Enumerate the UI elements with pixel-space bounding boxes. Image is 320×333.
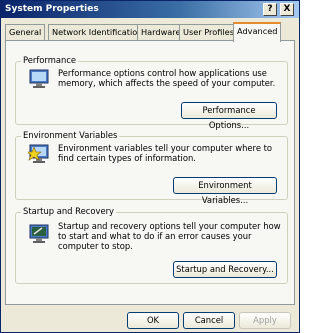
advanced-tab-panel: Performance Performance options control … [5, 40, 295, 305]
monitor-star-icon [28, 144, 49, 163]
close-button[interactable]: X [280, 3, 294, 16]
environment-variables-description: Environment variables tell your computer… [58, 143, 273, 163]
startup-recovery-button[interactable]: Startup and Recovery... [173, 261, 277, 278]
environment-variables-group-label: Environment Variables [21, 130, 120, 140]
ok-button[interactable]: OK [127, 312, 179, 329]
apply-button[interactable]: Apply [239, 312, 291, 329]
performance-description: Performance options control how applicat… [58, 68, 276, 88]
startup-recovery-description: Startup and recovery options tell your c… [58, 221, 281, 251]
performance-group-label: Performance [21, 55, 79, 65]
monitor-wrench-icon [29, 224, 49, 243]
tab-network-identification[interactable]: Network Identification [48, 24, 147, 40]
startup-recovery-group-label: Startup and Recovery [21, 206, 116, 216]
tab-user-profiles[interactable]: User Profiles [179, 24, 238, 40]
tab-advanced[interactable]: Advanced [233, 22, 282, 42]
tab-hardware[interactable]: Hardware [137, 24, 185, 40]
performance-group: Performance Performance options control … [15, 55, 288, 130]
environment-variables-group: Environment Variables Environment variab… [15, 130, 288, 205]
title-bar[interactable]: System Properties ? X [1, 1, 299, 18]
help-button[interactable]: ? [263, 3, 277, 16]
window-title: System Properties [5, 4, 99, 14]
cancel-button[interactable]: Cancel [183, 312, 235, 329]
performance-options-button[interactable]: Performance Options... [181, 102, 277, 130]
tab-strip: General Network Identification Hardware … [5, 22, 297, 42]
startup-recovery-group: Startup and Recovery Startup and recover… [15, 206, 288, 284]
system-properties-window: System Properties ? X General Network Id… [0, 0, 300, 333]
environment-variables-button[interactable]: Environment Variables... [173, 177, 277, 205]
tab-general[interactable]: General [5, 24, 46, 40]
monitor-icon [29, 69, 49, 88]
